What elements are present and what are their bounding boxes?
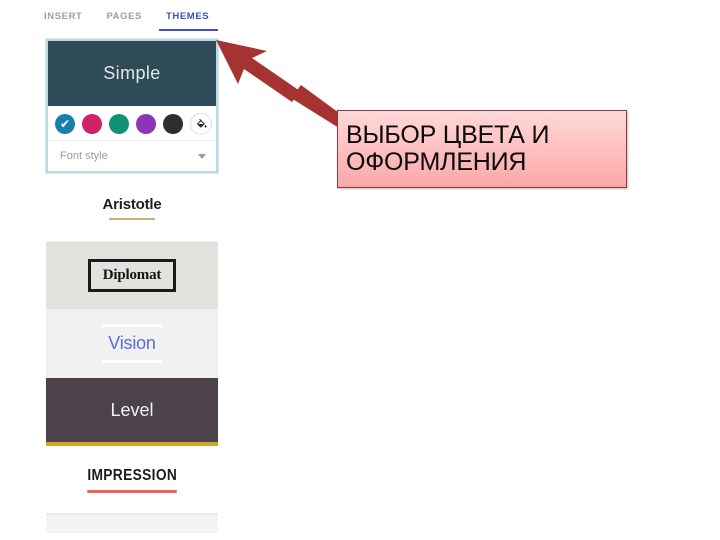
- vision-rule-wrap: Vision: [102, 324, 162, 363]
- theme-card-impression[interactable]: IMPRESSION: [46, 446, 218, 514]
- theme-title-diplomat: Diplomat: [102, 267, 162, 283]
- color-swatch-blue[interactable]: ✔: [55, 113, 75, 134]
- theme-card-level[interactable]: Level: [46, 378, 218, 446]
- theme-card-diplomat[interactable]: Diplomat: [46, 242, 218, 310]
- theme-title-simple: Simple: [103, 63, 161, 83]
- theme-preview-simple: Simple: [48, 41, 216, 106]
- tab-pages-label: PAGES: [106, 11, 142, 22]
- theme-title-level: Level: [110, 399, 154, 420]
- color-swatch-black[interactable]: [163, 113, 183, 134]
- diplomat-frame: Diplomat: [87, 259, 177, 292]
- annotation-callout-box: ВЫБОР ЦВЕТА И ОФОРМЛЕНИЯ: [337, 110, 627, 188]
- color-swatch-green[interactable]: [109, 113, 129, 134]
- color-swatch-purple[interactable]: [136, 113, 156, 134]
- chevron-down-icon: [198, 153, 206, 159]
- theme-title-impression: IMPRESSION: [87, 467, 178, 493]
- theme-card-vision[interactable]: Vision: [46, 310, 218, 378]
- themes-panel: Simple ✔ Font style Aristotle Diplomat V…: [46, 39, 218, 533]
- screenshot-stage: INSERT PAGES THEMES Simple ✔ Font style …: [0, 0, 720, 540]
- font-style-label: Font style: [60, 150, 108, 162]
- theme-title-vision: Vision: [108, 333, 156, 353]
- callout-line-2: ОФОРМЛЕНИЯ: [346, 148, 527, 176]
- color-swatch-row: ✔: [48, 106, 216, 140]
- check-icon: ✔: [59, 116, 71, 131]
- tab-themes[interactable]: THEMES: [158, 8, 219, 31]
- theme-card-simple[interactable]: Simple ✔ Font style: [46, 39, 218, 173]
- theme-card-aristotle[interactable]: Aristotle: [46, 174, 218, 242]
- themes-panel-scroll-tail: [46, 514, 218, 533]
- color-swatch-pink[interactable]: [82, 113, 102, 134]
- callout-line-1: ВЫБОР ЦВЕТА И: [346, 121, 550, 149]
- font-style-dropdown[interactable]: Font style: [48, 140, 216, 171]
- tab-insert[interactable]: INSERT: [44, 8, 82, 31]
- tab-insert-label: INSERT: [44, 11, 83, 22]
- tab-pages[interactable]: PAGES: [106, 8, 142, 31]
- tab-themes-label: THEMES: [166, 11, 210, 22]
- theme-title-aristotle: Aristotle: [102, 196, 162, 220]
